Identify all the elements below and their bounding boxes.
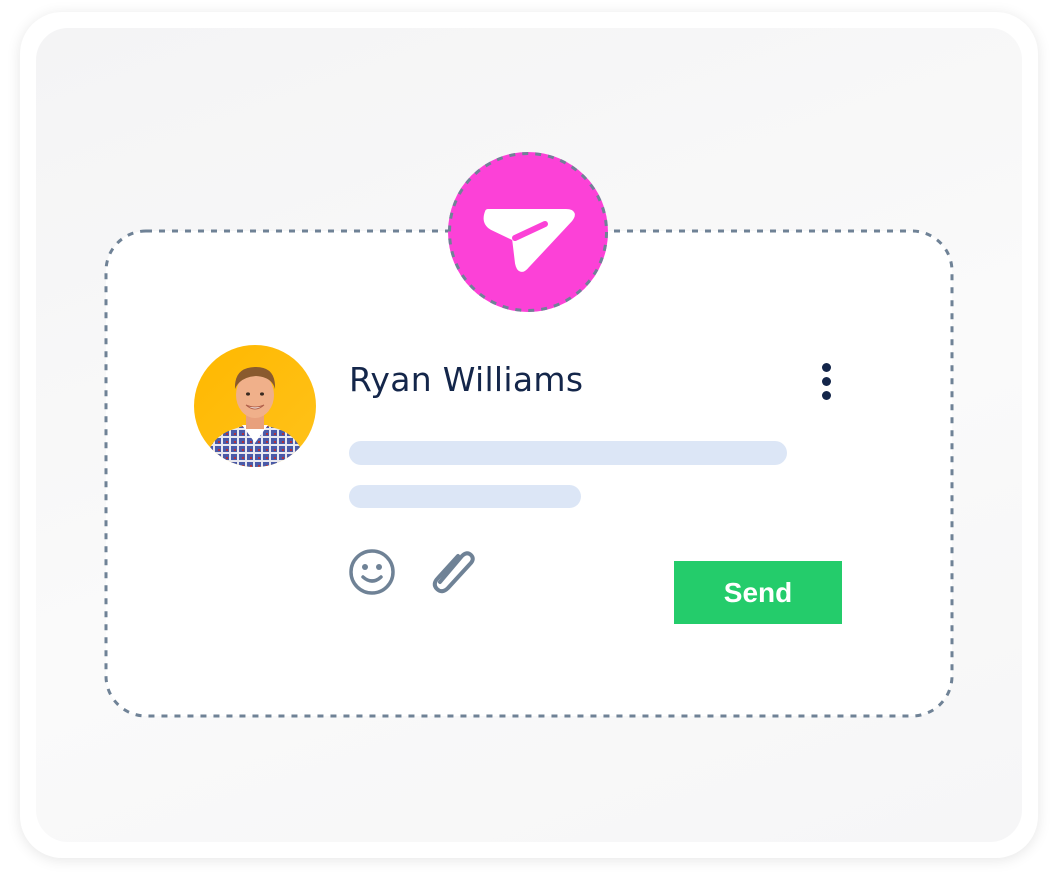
menu-dot [822, 391, 831, 400]
more-options-icon[interactable] [810, 360, 844, 404]
menu-dot [822, 363, 831, 372]
paperclip-icon[interactable] [426, 544, 478, 596]
message-placeholder-line [349, 485, 581, 508]
menu-dot [822, 377, 831, 386]
send-button[interactable]: Send [674, 561, 842, 624]
send-arrow-icon [448, 152, 608, 312]
smiley-face-icon[interactable] [347, 547, 397, 597]
avatar-portrait [194, 345, 316, 467]
avatar[interactable] [194, 345, 316, 467]
contact-name: Ryan Williams [349, 360, 584, 399]
send-badge [448, 152, 608, 312]
message-placeholder-line [349, 441, 787, 465]
